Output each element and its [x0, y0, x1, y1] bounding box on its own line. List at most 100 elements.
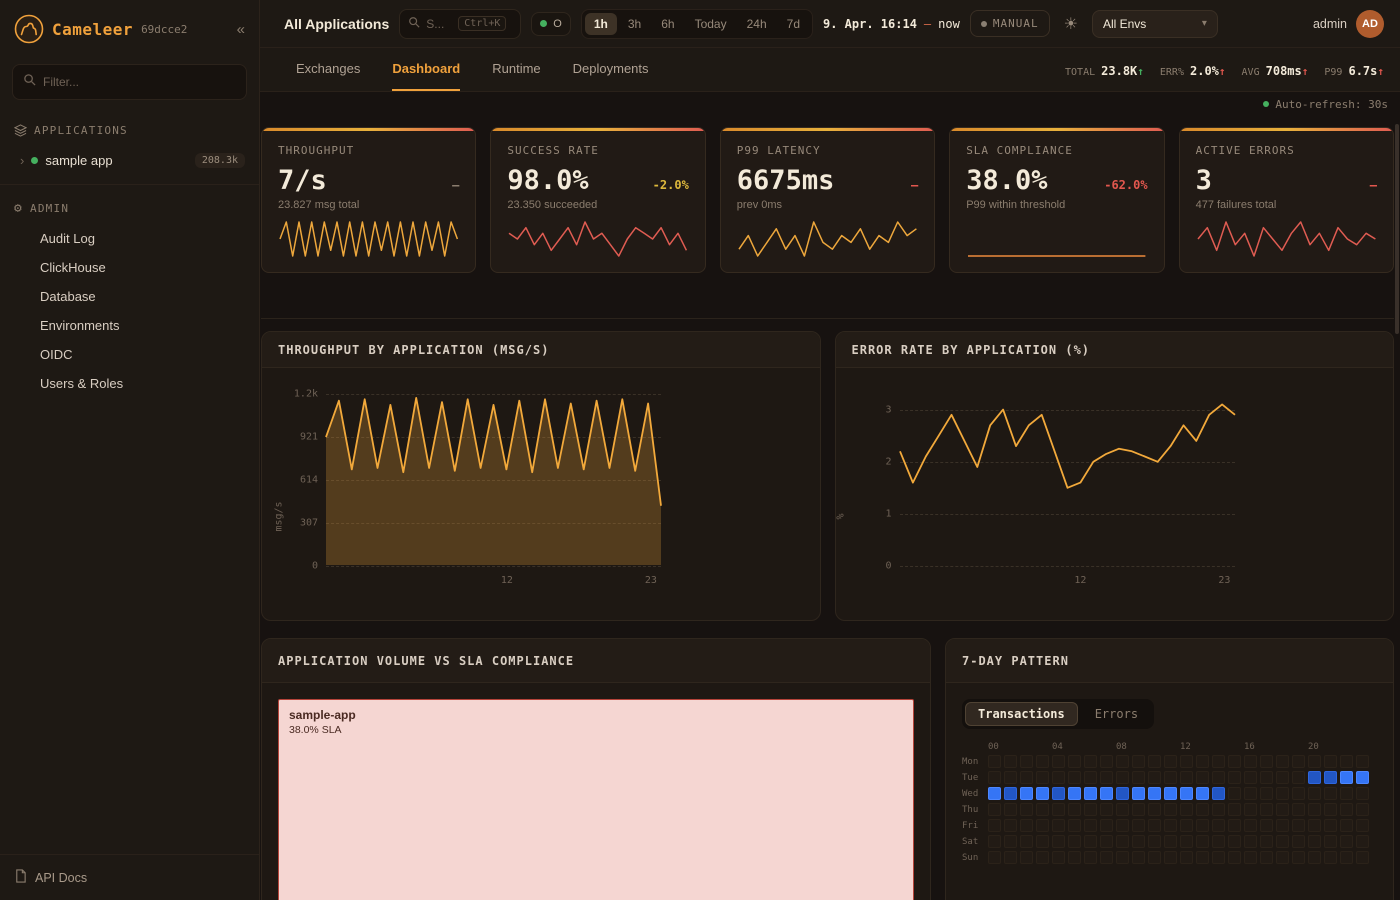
sidebar-item-oidc[interactable]: OIDC — [0, 340, 259, 369]
heatmap-cell — [1292, 771, 1305, 784]
kpi-sparkline — [966, 220, 1147, 258]
heatmap-cell — [1020, 851, 1033, 864]
environment-selector[interactable]: All Envs ▾ — [1092, 10, 1218, 38]
sidebar-item-database[interactable]: Database — [0, 282, 259, 311]
vertical-scrollbar[interactable] — [1395, 124, 1399, 334]
time-range-3h[interactable]: 3h — [619, 13, 650, 35]
panel-throughput-by-application: THROUGHPUT BY APPLICATION (MSG/S) msg/s … — [261, 331, 821, 621]
manual-refresh-button[interactable]: MANUAL — [970, 10, 1050, 37]
heatmap-cell — [1324, 787, 1337, 800]
heatmap-cell — [1260, 755, 1273, 768]
heatmap-cell — [1292, 787, 1305, 800]
kpi-title: SUCCESS RATE — [507, 144, 688, 157]
tab-dashboard[interactable]: Dashboard — [392, 48, 460, 91]
search-icon — [408, 15, 420, 33]
main-area: All Applications Ctrl+K O 1h3h6hToday24h… — [260, 0, 1400, 900]
filter-input[interactable] — [43, 75, 236, 89]
heatmap-cell — [1276, 755, 1289, 768]
tab-exchanges[interactable]: Exchanges — [296, 48, 360, 91]
hour-label: 08 — [1116, 742, 1127, 752]
heatmap-cell — [1180, 835, 1193, 848]
theme-toggle-button[interactable]: ☀ — [1060, 10, 1082, 38]
heatmap-cell — [1148, 851, 1161, 864]
sidebar-item-users-roles[interactable]: Users & Roles — [0, 369, 259, 398]
x-tick-label: 12 — [1074, 575, 1086, 586]
heatmap-cell — [1244, 803, 1257, 816]
auto-refresh-label: Auto-refresh: 30s — [1275, 98, 1388, 111]
heatmap-cell — [1084, 851, 1097, 864]
heatmap-cell — [1004, 819, 1017, 832]
heatmap-cell — [1020, 771, 1033, 784]
heatmap-row-fri: Fri — [962, 819, 1377, 832]
time-range-1h[interactable]: 1h — [585, 13, 617, 35]
sidebar-divider — [0, 184, 259, 185]
kpi-delta: -2.0% — [653, 178, 689, 192]
heatmap-cell — [1052, 771, 1065, 784]
tab-runtime[interactable]: Runtime — [492, 48, 540, 91]
sidebar-item-clickhouse[interactable]: ClickHouse — [0, 253, 259, 282]
treemap-app-sla: 38.0% SLA — [289, 724, 903, 736]
brand-name: Cameleer — [52, 20, 133, 39]
kpi-delta: – — [911, 178, 918, 192]
heatmap-cell — [1068, 755, 1081, 768]
tab-deployments[interactable]: Deployments — [573, 48, 649, 91]
heatmap-cell — [1084, 835, 1097, 848]
heatmap-cell — [1004, 803, 1017, 816]
connection-status-pill[interactable]: O — [531, 12, 571, 36]
heatmap-cell — [1196, 787, 1209, 800]
x-tick-label: 12 — [501, 575, 513, 586]
heatmap-cell — [1036, 851, 1049, 864]
heatmap-cell — [1068, 851, 1081, 864]
search-input[interactable] — [426, 17, 452, 31]
sidebar-item-environments[interactable]: Environments — [0, 311, 259, 340]
section-divider — [261, 318, 1394, 319]
heatmap-cell — [1260, 771, 1273, 784]
avatar[interactable]: AD — [1356, 10, 1384, 38]
heatmap-tab-transactions[interactable]: Transactions — [965, 702, 1078, 726]
sidebar-collapse-button[interactable]: « — [237, 21, 245, 38]
stat-p99: P99 6.7s↑ — [1324, 60, 1384, 79]
heatmap-cell — [1084, 755, 1097, 768]
heatmap-cell — [1244, 755, 1257, 768]
auto-refresh-row: Auto-refresh: 30s — [261, 92, 1394, 116]
heatmap-cell — [1244, 835, 1257, 848]
heatmap-cell — [1356, 851, 1369, 864]
kpi-value: 98.0% — [507, 165, 588, 196]
time-range-6h[interactable]: 6h — [652, 13, 683, 35]
heatmap-cell — [1020, 803, 1033, 816]
heatmap-cell — [1292, 851, 1305, 864]
api-docs-link[interactable]: API Docs — [14, 869, 245, 886]
kpi-accent-bar — [950, 128, 1163, 131]
time-range-24h[interactable]: 24h — [738, 13, 776, 35]
api-docs-label: API Docs — [35, 871, 87, 885]
sidebar-item-sample-app[interactable]: › sample app 208.3k — [0, 145, 259, 176]
time-range-display[interactable]: 9. Apr. 16:14 — now — [823, 17, 960, 31]
y-tick-label: 2 — [850, 456, 892, 467]
sidebar-item-audit-log[interactable]: Audit Log — [0, 224, 259, 253]
heatmap-cell — [1180, 803, 1193, 816]
kpi-delta: – — [452, 178, 459, 192]
hour-label: 04 — [1052, 742, 1063, 752]
heatmap-cell — [1068, 819, 1081, 832]
heatmap-tab-errors[interactable]: Errors — [1082, 702, 1151, 726]
time-range-7d[interactable]: 7d — [778, 13, 809, 35]
heatmap-cell — [1292, 803, 1305, 816]
time-range-today[interactable]: Today — [686, 13, 736, 35]
heatmap-cell — [1052, 803, 1065, 816]
kpi-accent-bar — [262, 128, 475, 131]
day-label: Thu — [962, 805, 985, 815]
day-label: Tue — [962, 773, 985, 783]
kpi-card-p99-latency: P99 LATENCY6675ms–prev 0ms — [720, 127, 935, 273]
heatmap-cell — [1100, 787, 1113, 800]
kpi-accent-bar — [721, 128, 934, 131]
heatmap-cell — [1068, 787, 1081, 800]
heatmap-cell — [1068, 835, 1081, 848]
heatmap-cell — [1068, 803, 1081, 816]
heatmap-cell — [1228, 851, 1241, 864]
treemap-sample-app[interactable]: sample-app 38.0% SLA — [278, 699, 914, 900]
heatmap-cell — [1180, 819, 1193, 832]
heatmap-cell — [1324, 771, 1337, 784]
admin-nav: Audit LogClickHouseDatabaseEnvironmentsO… — [0, 224, 259, 398]
heatmap-cell — [1180, 851, 1193, 864]
heatmap-cell — [1164, 851, 1177, 864]
